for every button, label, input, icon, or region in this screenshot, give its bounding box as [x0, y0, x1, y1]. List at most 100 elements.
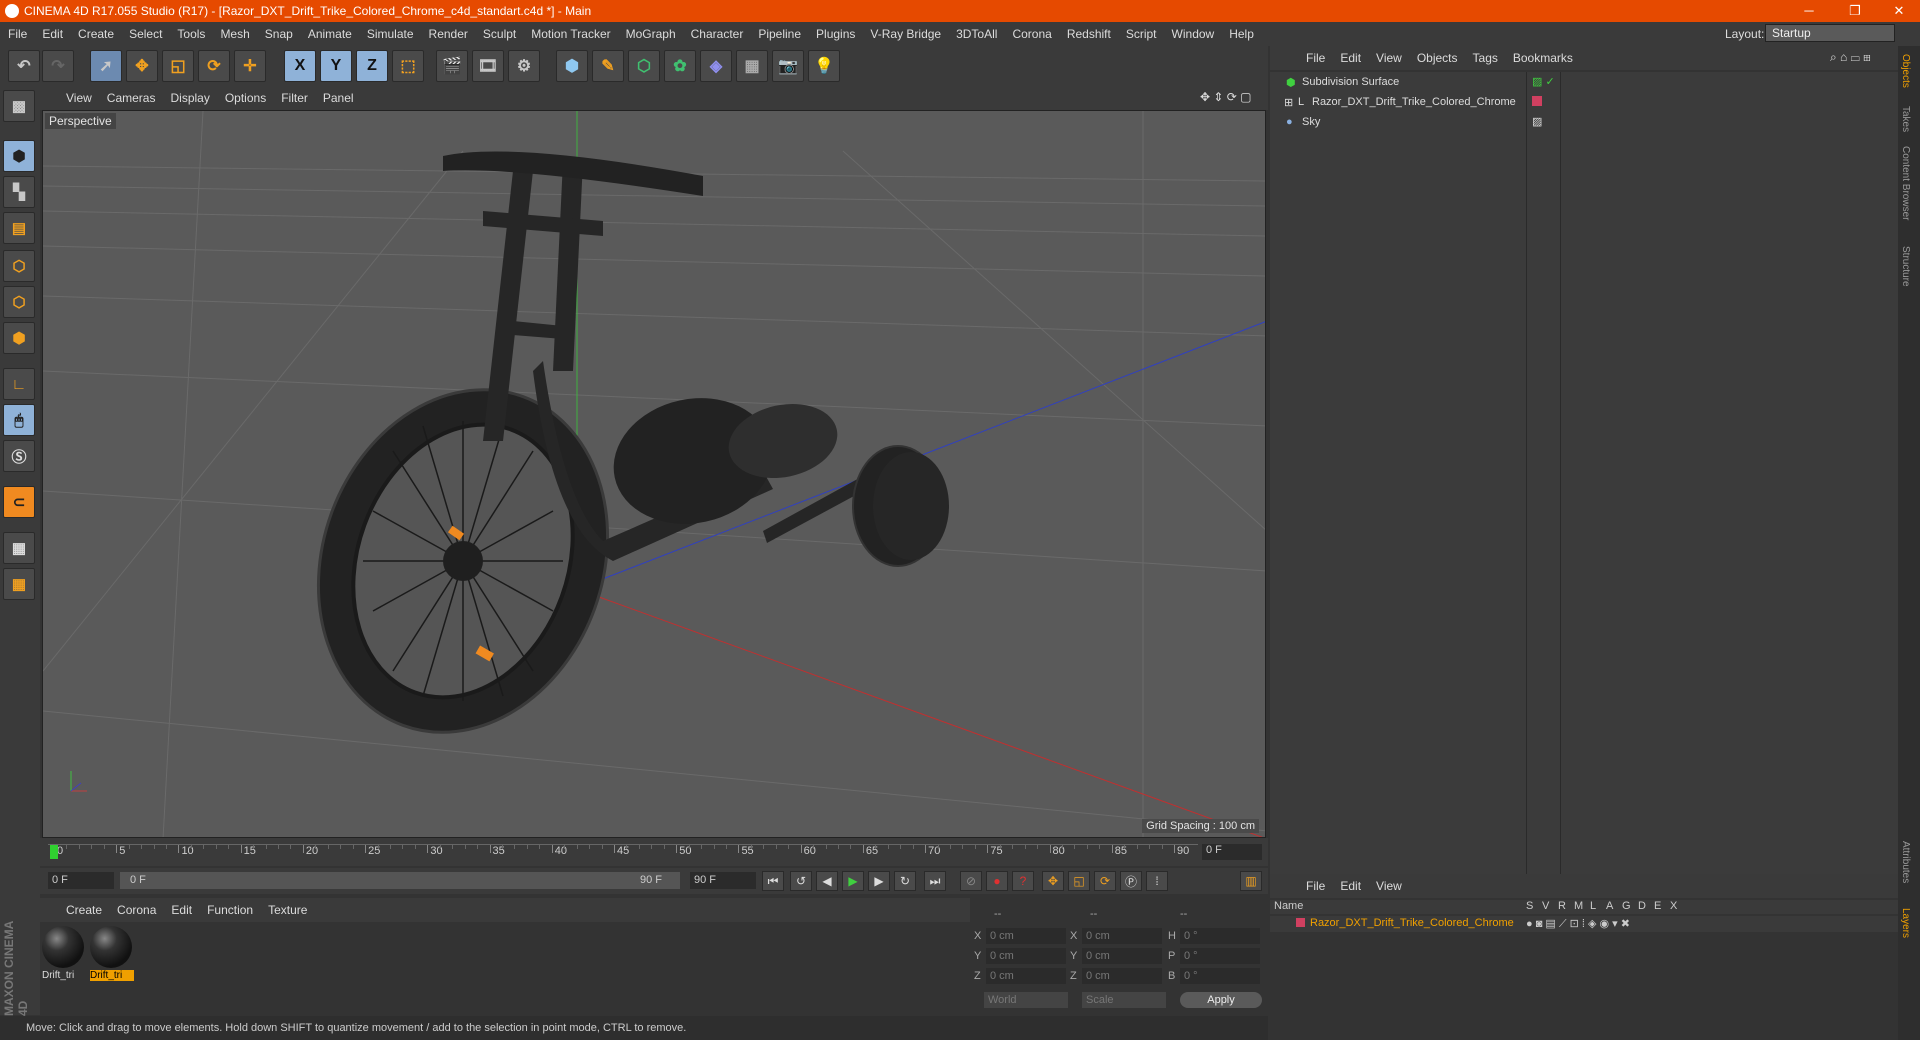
- pos-x-field[interactable]: 0 cm: [986, 928, 1066, 944]
- record-keys-icon[interactable]: ●: [986, 871, 1008, 891]
- make-editable-icon[interactable]: ▩: [3, 90, 35, 122]
- layer-color-tag[interactable]: [1532, 96, 1542, 106]
- tab-layers[interactable]: Layers: [1900, 908, 1911, 938]
- object-row[interactable]: ⬢ Subdivision Surface ▨ ✓: [1270, 72, 1898, 92]
- object-menu-edit[interactable]: Edit: [1340, 51, 1361, 65]
- close-button[interactable]: ✕: [1876, 0, 1920, 22]
- rot-h-field[interactable]: 0 °: [1180, 928, 1260, 944]
- tab-structure[interactable]: Structure: [1900, 246, 1911, 287]
- tab-takes[interactable]: Takes: [1900, 106, 1911, 132]
- minimize-button[interactable]: ─: [1786, 0, 1832, 22]
- edges-mode-icon[interactable]: ⬡: [3, 286, 35, 318]
- menu-select[interactable]: Select: [129, 27, 162, 41]
- key-scale-icon[interactable]: ◱: [1068, 871, 1090, 891]
- render-settings-icon[interactable]: ⚙: [508, 50, 540, 82]
- menu-animate[interactable]: Animate: [308, 27, 352, 41]
- spline-pen-icon[interactable]: ✎: [592, 50, 624, 82]
- axis-mode-icon[interactable]: ∟: [3, 368, 35, 400]
- object-menu-file[interactable]: File: [1306, 51, 1325, 65]
- layer-color-icon[interactable]: [1296, 918, 1305, 927]
- menu-pipeline[interactable]: Pipeline: [758, 27, 801, 41]
- render-picture-viewer-icon[interactable]: 🎞: [472, 50, 504, 82]
- coordinate-system-icon[interactable]: ⬚: [392, 50, 424, 82]
- menu-3dtoall[interactable]: 3DToAll: [956, 27, 997, 41]
- tab-content-browser[interactable]: Content Browser: [1900, 146, 1911, 220]
- menu-tools[interactable]: Tools: [177, 27, 205, 41]
- key-position-icon[interactable]: ✥: [1042, 871, 1064, 891]
- next-frame-icon[interactable]: ▶: [868, 871, 890, 891]
- size-mode-select[interactable]: Scale: [1082, 992, 1166, 1008]
- menu-file[interactable]: File: [8, 27, 27, 41]
- viewport-menu-panel[interactable]: Panel: [323, 91, 354, 105]
- current-frame-field[interactable]: 0 F: [1202, 844, 1262, 860]
- transform-tool-icon[interactable]: ✛: [234, 50, 266, 82]
- viewport-camera-label[interactable]: Perspective: [45, 113, 116, 129]
- frame-ruler[interactable]: 0 5 10 15 20 25 30 35 40 45 50 55 60 65 70 75 80 85 90: [48, 844, 1198, 862]
- solo-mode-icon[interactable]: ▦: [3, 568, 35, 600]
- workplane-lock-icon[interactable]: ▦: [3, 532, 35, 564]
- previous-key-icon[interactable]: ↺: [790, 871, 812, 891]
- object-menu-objects[interactable]: Objects: [1417, 51, 1458, 65]
- timeline-window-icon[interactable]: ▥: [1240, 871, 1262, 891]
- tab-attributes[interactable]: Attributes: [1900, 841, 1911, 883]
- rot-p-field[interactable]: 0 °: [1180, 948, 1260, 964]
- search-icon[interactable]: ⌕ ⌂ ▭ ⊞: [1830, 50, 1871, 65]
- key-rotation-icon[interactable]: ⟳: [1094, 871, 1116, 891]
- viewport-nav-icons[interactable]: ✥ ⇕ ⟳ ▢: [1200, 90, 1252, 104]
- layer-toggle-icons[interactable]: ● ◙ ▤ ⟋ ⊡ ⁞ ◈ ◉ ▾ ✖: [1526, 917, 1630, 931]
- deformer-icon[interactable]: ◈: [700, 50, 732, 82]
- menu-vray-bridge[interactable]: V-Ray Bridge: [870, 27, 941, 41]
- coordinate-space-select[interactable]: World: [984, 992, 1068, 1008]
- magnet-icon[interactable]: ⊂: [3, 486, 35, 518]
- menu-corona[interactable]: Corona: [1012, 27, 1051, 41]
- points-mode-icon[interactable]: ⬡: [3, 250, 35, 282]
- material-menu-create[interactable]: Create: [66, 903, 102, 917]
- size-z-field[interactable]: 0 cm: [1082, 968, 1162, 984]
- scale-tool-icon[interactable]: ◱: [162, 50, 194, 82]
- menu-create[interactable]: Create: [78, 27, 114, 41]
- object-menu-view[interactable]: View: [1376, 51, 1402, 65]
- object-row[interactable]: ● Sky ▨: [1270, 112, 1898, 132]
- menu-mograph[interactable]: MoGraph: [626, 27, 676, 41]
- end-frame-field[interactable]: 90 F: [690, 872, 756, 889]
- pos-y-field[interactable]: 0 cm: [986, 948, 1066, 964]
- pos-z-field[interactable]: 0 cm: [986, 968, 1066, 984]
- model-mode-icon[interactable]: ⬢: [3, 140, 35, 172]
- redo-icon[interactable]: ↷: [42, 50, 74, 82]
- rot-b-field[interactable]: 0 °: [1180, 968, 1260, 984]
- layer-menu-file[interactable]: File: [1306, 879, 1325, 893]
- object-row[interactable]: ⊞ L Razor_DXT_Drift_Trike_Colored_Chrome: [1270, 92, 1898, 112]
- viewport-menu-view[interactable]: View: [66, 91, 92, 105]
- autokey-icon[interactable]: ?: [1012, 871, 1034, 891]
- texture-mode-icon[interactable]: ▚: [3, 176, 35, 208]
- menu-snap[interactable]: Snap: [265, 27, 293, 41]
- key-parameter-icon[interactable]: Ⓟ: [1120, 871, 1142, 891]
- previous-frame-icon[interactable]: ◀: [816, 871, 838, 891]
- render-view-icon[interactable]: 🎬: [436, 50, 468, 82]
- viewport-menu-filter[interactable]: Filter: [281, 91, 308, 105]
- menu-sculpt[interactable]: Sculpt: [483, 27, 516, 41]
- cloner-icon[interactable]: ✿: [664, 50, 696, 82]
- apply-button[interactable]: Apply: [1180, 992, 1262, 1008]
- camera-icon[interactable]: 📷: [772, 50, 804, 82]
- y-axis-lock-button[interactable]: Y: [320, 50, 352, 82]
- material-menu-function[interactable]: Function: [207, 903, 253, 917]
- menu-motion-tracker[interactable]: Motion Tracker: [531, 27, 610, 41]
- next-key-icon[interactable]: ↻: [894, 871, 916, 891]
- playhead[interactable]: [50, 845, 58, 859]
- layer-menu-view[interactable]: View: [1376, 879, 1402, 893]
- start-frame-field[interactable]: 0 F: [48, 872, 114, 889]
- layer-menu-edit[interactable]: Edit: [1340, 879, 1361, 893]
- go-to-end-icon[interactable]: ⏭: [924, 871, 946, 891]
- menu-character[interactable]: Character: [691, 27, 744, 41]
- menu-redshift[interactable]: Redshift: [1067, 27, 1111, 41]
- x-axis-lock-button[interactable]: X: [284, 50, 316, 82]
- maximize-button[interactable]: ❐: [1832, 0, 1878, 22]
- key-pla-icon[interactable]: ⁞: [1146, 871, 1168, 891]
- menu-mesh[interactable]: Mesh: [220, 27, 249, 41]
- layout-select[interactable]: Startup: [1765, 24, 1895, 42]
- go-to-start-icon[interactable]: ⏮: [762, 871, 784, 891]
- live-selection-icon[interactable]: ➚: [90, 50, 122, 82]
- snap-icon[interactable]: Ⓢ: [3, 440, 35, 472]
- 3d-viewport[interactable]: Perspective Grid Spacing : 100 cm: [42, 110, 1266, 838]
